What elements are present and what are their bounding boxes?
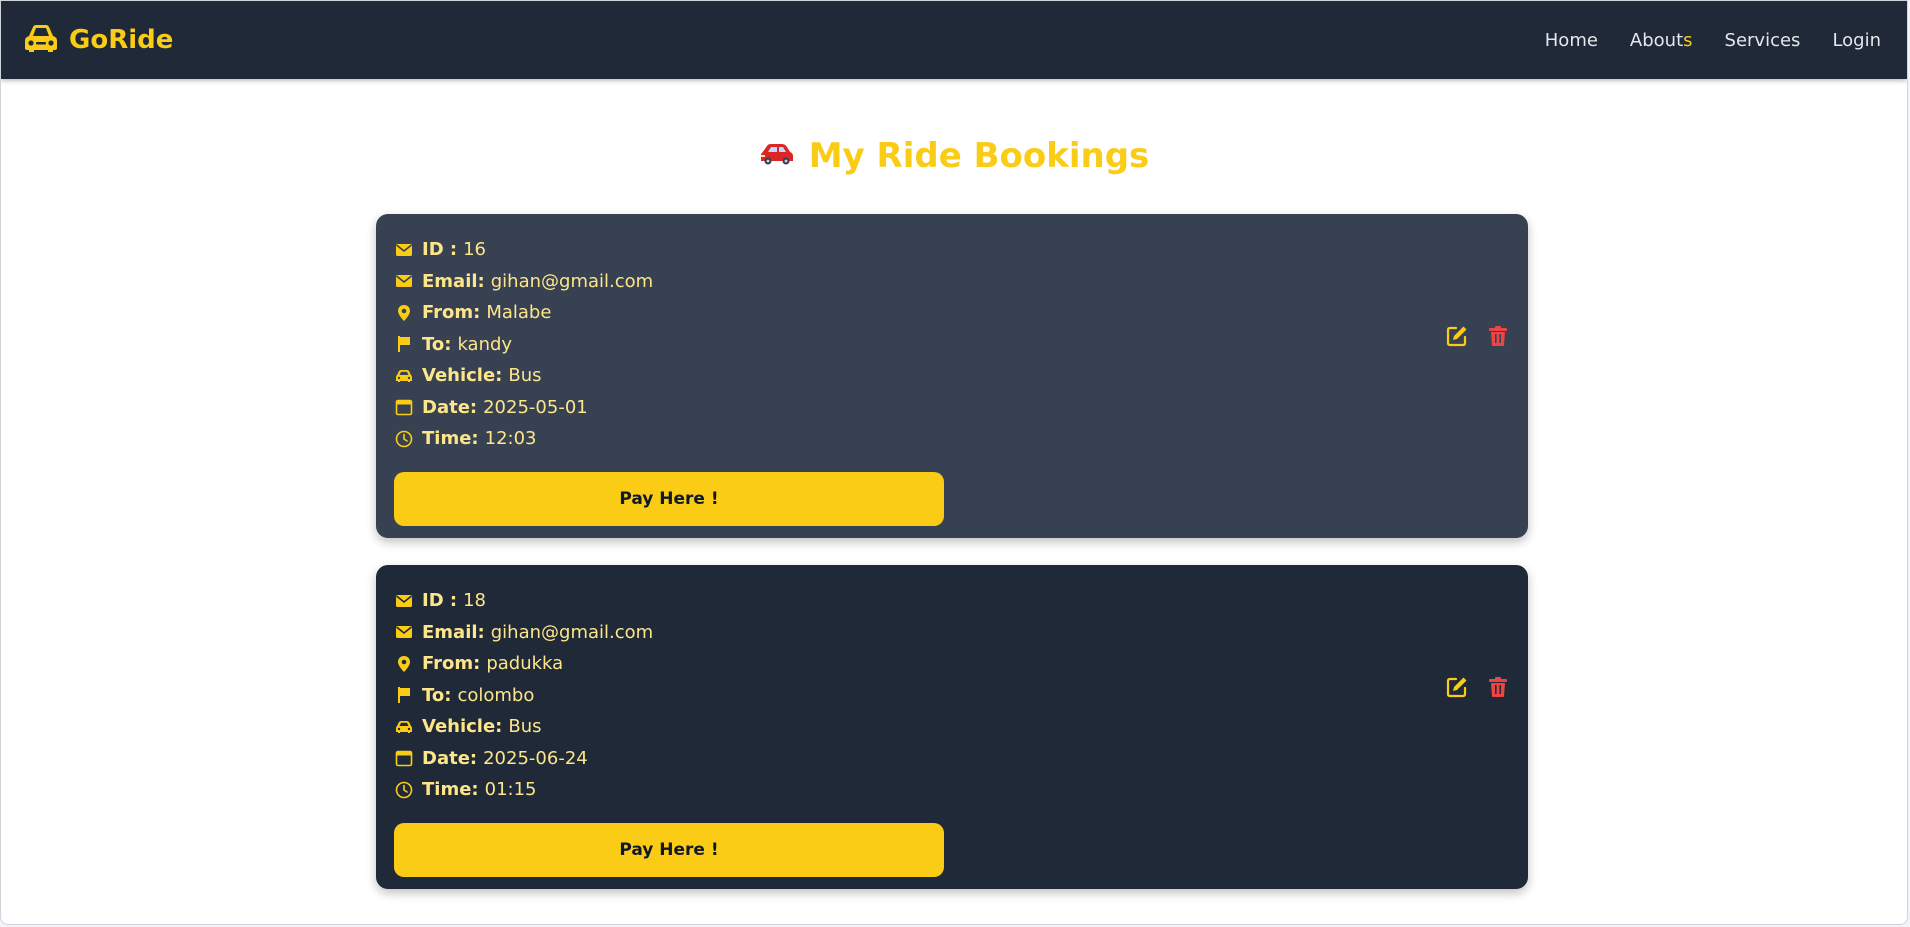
time-label: Time: (422, 779, 479, 801)
brand-name: GoRide (69, 25, 174, 55)
page-heading: My Ride Bookings (1, 136, 1907, 176)
vehicle-value: Bus (508, 365, 542, 387)
navbar: GoRide Home Abouts Services Login (1, 1, 1907, 79)
map-pin-icon (394, 304, 414, 322)
booking-to-row: To: colombo (394, 680, 1510, 712)
envelope-icon (394, 272, 414, 290)
email-value: gihan@gmail.com (490, 621, 654, 643)
page-title: My Ride Bookings (808, 136, 1150, 176)
edit-icon[interactable] (1445, 324, 1469, 348)
booking-time-row: Time: 01:15 (394, 774, 1510, 806)
id-label: ID : (422, 239, 458, 261)
edit-icon[interactable] (1445, 675, 1469, 699)
time-value: 01:15 (484, 779, 537, 801)
booking-to-row: To: kandy (394, 329, 1510, 361)
app-window: GoRide Home Abouts Services Login My Rid… (0, 0, 1908, 925)
flag-icon (394, 335, 414, 353)
date-label: Date: (422, 396, 478, 418)
trash-icon[interactable] (1486, 324, 1510, 348)
vehicle-label: Vehicle: (422, 716, 503, 738)
nav-link-services[interactable]: Services (1725, 30, 1801, 51)
booking-actions (1445, 675, 1510, 699)
vehicle-value: Bus (508, 716, 542, 738)
vehicle-label: Vehicle: (422, 365, 503, 387)
pay-button[interactable]: Pay Here ! (394, 471, 944, 526)
email-value: gihan@gmail.com (490, 270, 654, 292)
clock-icon (394, 430, 414, 448)
brand-logo[interactable]: GoRide (23, 23, 173, 57)
to-value: kandy (457, 333, 513, 355)
clock-icon (394, 781, 414, 799)
booking-vehicle-row: Vehicle: Bus (394, 711, 1510, 743)
from-label: From: (422, 653, 481, 675)
car-icon (394, 367, 414, 385)
booking-vehicle-row: Vehicle: Bus (394, 360, 1510, 392)
booking-time-row: Time: 12:03 (394, 423, 1510, 455)
nav-links: Home Abouts Services Login (1545, 30, 1881, 51)
nav-link-home[interactable]: Home (1545, 30, 1598, 51)
id-value: 16 (463, 239, 487, 261)
date-value: 2025-05-01 (483, 396, 588, 418)
booking-email-row: Email: gihan@gmail.com (394, 617, 1510, 649)
time-label: Time: (422, 428, 479, 450)
to-value: colombo (457, 684, 535, 706)
email-label: Email: (422, 270, 485, 292)
date-label: Date: (422, 747, 478, 769)
booking-card: ID : 18 Email: gihan@gmail.com From: pad… (376, 565, 1528, 889)
id-label: ID : (422, 590, 458, 612)
booking-actions (1445, 324, 1510, 348)
booking-id-row: ID : 16 (394, 234, 1510, 266)
booking-from-row: From: padukka (394, 648, 1510, 680)
envelope-icon (394, 623, 414, 641)
car-icon (394, 718, 414, 736)
calendar-icon (394, 398, 414, 416)
booking-date-row: Date: 2025-06-24 (394, 743, 1510, 775)
car-icon (23, 23, 59, 57)
from-label: From: (422, 302, 481, 324)
from-value: padukka (486, 653, 564, 675)
email-label: Email: (422, 621, 485, 643)
booking-card: ID : 16 Email: gihan@gmail.com From: Mal… (376, 214, 1528, 538)
red-car-icon (759, 141, 795, 171)
trash-icon[interactable] (1486, 675, 1510, 699)
booking-id-row: ID : 18 (394, 585, 1510, 617)
pay-button[interactable]: Pay Here ! (394, 822, 944, 877)
date-value: 2025-06-24 (483, 747, 588, 769)
envelope-icon (394, 592, 414, 610)
booking-from-row: From: Malabe (394, 297, 1510, 329)
id-value: 18 (463, 590, 487, 612)
map-pin-icon (394, 655, 414, 673)
nav-link-login[interactable]: Login (1832, 30, 1881, 51)
nav-link-abouts-accent: s (1683, 29, 1693, 51)
booking-email-row: Email: gihan@gmail.com (394, 266, 1510, 298)
time-value: 12:03 (484, 428, 537, 450)
envelope-icon (394, 241, 414, 259)
to-label: To: (422, 684, 452, 706)
calendar-icon (394, 749, 414, 767)
nav-link-abouts-main: About (1629, 29, 1684, 51)
nav-link-abouts[interactable]: Abouts (1630, 30, 1693, 51)
booking-date-row: Date: 2025-05-01 (394, 392, 1510, 424)
flag-icon (394, 686, 414, 704)
to-label: To: (422, 333, 452, 355)
from-value: Malabe (486, 302, 552, 324)
